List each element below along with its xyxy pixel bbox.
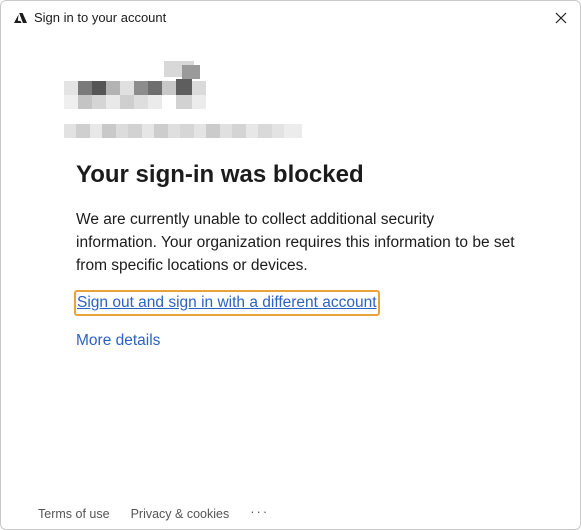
window-title: Sign in to your account [34,10,167,25]
more-options-button[interactable]: ··· [250,504,269,519]
organization-logo [64,61,206,109]
close-button[interactable] [548,5,574,31]
pixelated-email [64,124,302,138]
title-bar: Sign in to your account [1,1,580,35]
privacy-cookies-link[interactable]: Privacy & cookies [131,507,230,521]
close-icon [555,12,567,24]
footer: Terms of use Privacy & cookies ··· [38,504,269,521]
terms-of-use-link[interactable]: Terms of use [38,507,110,521]
azure-logo-icon [14,13,27,23]
more-details-link[interactable]: More details [76,332,160,350]
sign-out-link[interactable]: Sign out and sign in with a different ac… [74,290,380,316]
page-heading: Your sign-in was blocked [76,161,364,188]
sign-in-window: Sign in to your account Your sign-in was… [0,0,581,530]
blocked-message: We are currently unable to collect addit… [76,211,515,274]
